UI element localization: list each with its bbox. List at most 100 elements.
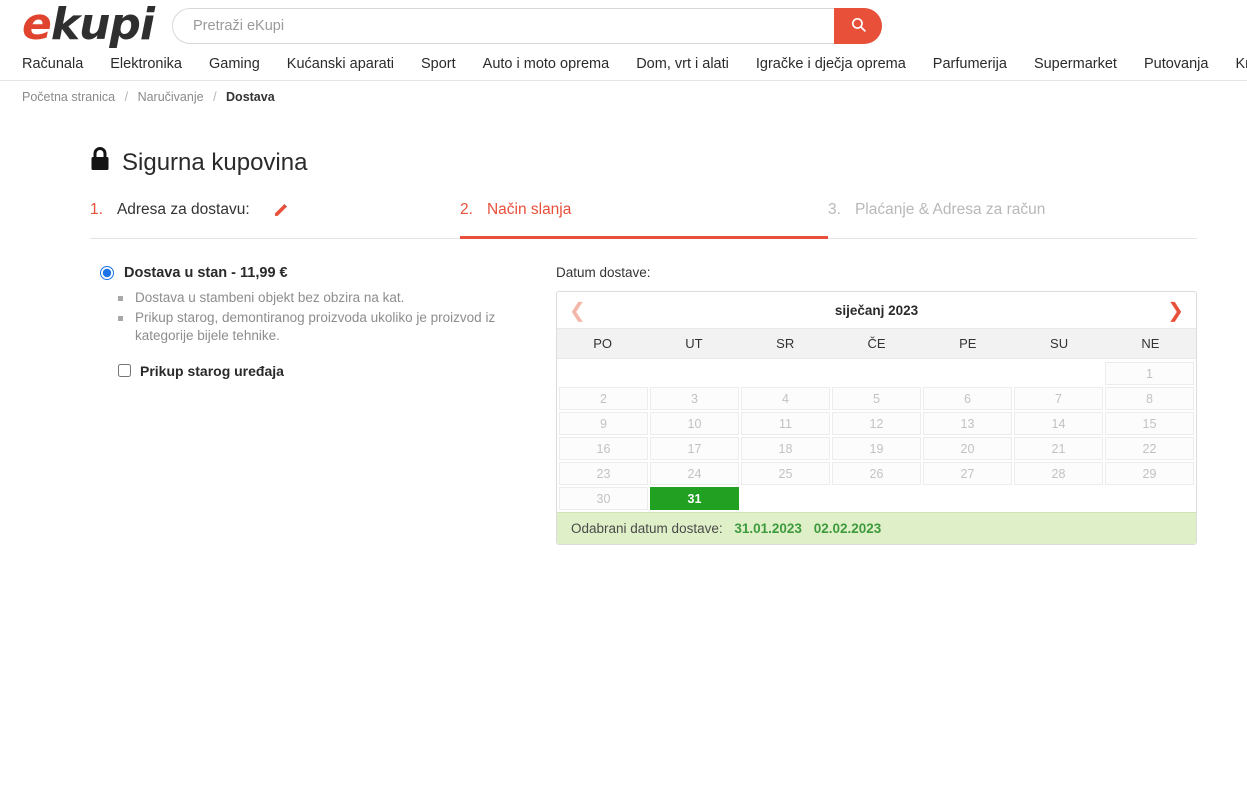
selected-date-value-2: 02.02.2023 (813, 521, 882, 536)
pickup-old-device-row[interactable]: Prikup starog uređaja (118, 363, 556, 379)
weekday-sr: SR (776, 336, 795, 351)
main-navigation: Računala Elektronika Gaming Kućanski aparat… (0, 53, 1247, 81)
step-1-number: 1. (90, 201, 103, 218)
calendar-day-grid: 1 2 3 4 5 6 7 8 9 10 11 12 13 14 15 16 17 18 19 20 21 22 23 24 2… (557, 359, 1196, 512)
weekday-pe: PE (959, 336, 977, 351)
calendar-day-selected[interactable]: 31 (650, 487, 739, 510)
chevron-right-icon[interactable]: ❯ (1167, 300, 1184, 320)
calendar-empty-cell (741, 362, 830, 385)
nav-item-dom-vrt-i-alati[interactable]: Dom, vrt i alati (636, 53, 729, 75)
shipping-section: Dostava u stan - 11,99 € Dostava u stamb… (90, 265, 1197, 545)
step-address[interactable]: 1. Adresa za dostavu: (90, 201, 460, 239)
calendar-header: ❮ siječanj 2023 ❯ (557, 292, 1196, 328)
nav-item-auto-i-moto-oprema[interactable]: Auto i moto oprema (483, 53, 610, 75)
nav-item-elektronika[interactable]: Elektronika (110, 53, 182, 75)
calendar-day: 10 (650, 412, 739, 435)
calendar-day: 25 (741, 462, 830, 485)
calendar-day: 29 (1105, 462, 1194, 485)
selected-date-banner: Odabrani datum dostave: 31.01.2023 02.02… (557, 512, 1196, 544)
weekday-ne: NE (1141, 336, 1160, 351)
calendar-day: 30 (559, 487, 648, 510)
calendar-day: 11 (741, 412, 830, 435)
weekday-ut: UT (685, 336, 703, 351)
page-title-text: Sigurna kupovina (122, 148, 308, 176)
search-button[interactable] (834, 8, 882, 44)
calendar-day: 27 (923, 462, 1012, 485)
calendar-day: 21 (1014, 437, 1103, 460)
calendar-day: 17 (650, 437, 739, 460)
delivery-date-label: Datum dostave: (556, 265, 651, 280)
nav-item-kucanski-aparati[interactable]: Kućanski aparati (287, 53, 394, 75)
calendar-empty-cell (559, 362, 648, 385)
step-shipping-method[interactable]: 2. Način slanja (460, 201, 828, 239)
breadcrumb-narucivanje[interactable]: Naručivanje (138, 90, 204, 104)
pickup-old-device-checkbox[interactable] (118, 364, 131, 377)
lock-icon (90, 147, 110, 178)
calendar-day: 3 (650, 387, 739, 410)
step-1-label: Adresa za dostavu: (116, 201, 250, 218)
breadcrumb-home[interactable]: Početna stranica (22, 90, 115, 104)
calendar-day: 15 (1105, 412, 1194, 435)
step-3-label: Plaćanje & Adresa za račun (854, 201, 1046, 218)
calendar-day: 26 (832, 462, 921, 485)
breadcrumb-separator-1: / (124, 90, 129, 104)
weekday-su: SU (1050, 336, 1069, 351)
nav-item-sport[interactable]: Sport (421, 53, 456, 75)
calendar-day: 20 (923, 437, 1012, 460)
breadcrumb: Početna stranica / Naručivanje / Dostava (0, 81, 1247, 111)
calendar-day: 7 (1014, 387, 1103, 410)
pickup-old-device-label: Prikup starog uređaja (140, 362, 284, 379)
nav-item-supermarket[interactable]: Supermarket (1034, 53, 1117, 75)
search-bar (172, 8, 882, 44)
shipping-option-row[interactable]: Dostava u stan - 11,99 € (100, 265, 556, 281)
weekday-po: PO (593, 336, 613, 351)
step-2-number: 2. (460, 201, 473, 218)
calendar-day: 22 (1105, 437, 1194, 460)
delivery-date-calendar: ❮ siječanj 2023 ❯ PO UT SR ČE PE SU NE 1… (556, 291, 1197, 545)
calendar-day: 4 (741, 387, 830, 410)
selected-date-label: Odabrani datum dostave: (571, 521, 723, 536)
calendar-day: 19 (832, 437, 921, 460)
step-3-number: 3. (828, 201, 841, 218)
logo-text: kupi (50, 0, 155, 50)
nav-item-racunala[interactable]: Računala (22, 53, 83, 75)
calendar-weekday-header: PO UT SR ČE PE SU NE (557, 328, 1196, 359)
list-item: Dostava u stambeni objekt bez obzira na … (118, 289, 508, 308)
calendar-day: 16 (559, 437, 648, 460)
shipping-options-column: Dostava u stan - 11,99 € Dostava u stamb… (90, 265, 556, 545)
calendar-month-label: siječanj 2023 (834, 302, 919, 318)
calendar-day: 6 (923, 387, 1012, 410)
nav-item-igracke-i-djecja-oprema[interactable]: Igračke i dječja oprema (756, 53, 906, 75)
calendar-day: 28 (1014, 462, 1103, 485)
nav-item-putovanja[interactable]: Putovanja (1144, 53, 1209, 75)
nav-item-parfumerija[interactable]: Parfumerija (933, 53, 1007, 75)
shipping-option-radio[interactable] (100, 266, 114, 280)
calendar-day: 18 (741, 437, 830, 460)
page-title: Sigurna kupovina (90, 147, 1197, 178)
step-payment[interactable]: 3. Plaćanje & Adresa za račun (828, 201, 1197, 239)
weekday-ce: ČE (867, 336, 886, 351)
nav-item-gaming[interactable]: Gaming (209, 53, 260, 75)
breadcrumb-current: Dostava (226, 90, 275, 104)
site-logo[interactable]: ekupi (22, 0, 155, 50)
calendar-day: 1 (1105, 362, 1194, 385)
checkout-steps: 1. Adresa za dostavu: 2. Način slanja 3.… (90, 201, 1197, 239)
logo-letter-e: e (22, 0, 52, 50)
calendar-day: 13 (923, 412, 1012, 435)
search-input[interactable] (172, 8, 882, 44)
calendar-day: 12 (832, 412, 921, 435)
calendar-empty-cell (832, 362, 921, 385)
list-item: Prikup starog, demontiranog proizvoda uk… (118, 309, 508, 346)
nav-item-knjige[interactable]: Knjige (1235, 53, 1247, 75)
calendar-day: 5 (832, 387, 921, 410)
shipping-details-list: Dostava u stambeni objekt bez obzira na … (118, 289, 556, 346)
shipping-option-label: Dostava u stan - 11,99 € (124, 265, 288, 281)
site-header: ekupi (0, 0, 1247, 53)
calendar-day: 9 (559, 412, 648, 435)
checkout-content: Sigurna kupovina 1. Adresa za dostavu: 2… (90, 147, 1197, 545)
pencil-icon[interactable] (272, 201, 290, 219)
chevron-left-icon[interactable]: ❮ (569, 300, 586, 320)
search-icon (850, 16, 867, 36)
breadcrumb-separator-2: / (213, 90, 217, 104)
calendar-day: 24 (650, 462, 739, 485)
